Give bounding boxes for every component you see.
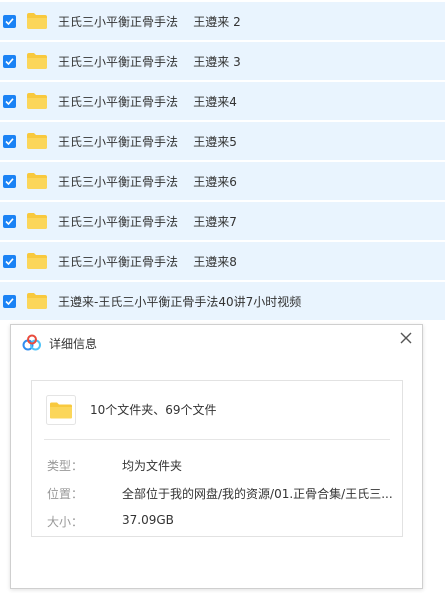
file-row[interactable]: 王氏三小平衡正骨手法 王遵来6 (0, 162, 445, 200)
file-row[interactable]: 王氏三小平衡正骨手法 王遵来8 (0, 242, 445, 280)
info-label: 大小： (47, 515, 84, 529)
checkbox[interactable] (3, 94, 16, 108)
details-panel: 10个文件夹、69个文件 类型： 均为文件夹 位置： 全部位于我的网盘/我的资源… (31, 380, 403, 537)
file-name[interactable]: 王氏三小平衡正骨手法 王遵来8 (58, 253, 237, 270)
checkbox[interactable] (3, 14, 16, 28)
check-icon (5, 257, 14, 265)
file-name[interactable]: 王氏三小平衡正骨手法 王遵来5 (58, 133, 237, 150)
info-value: 均为文件夹 (122, 459, 183, 473)
folder-icon (27, 53, 47, 69)
folder-icon (27, 293, 47, 309)
file-name[interactable]: 王遵来-王氏三小平衡正骨手法40讲7小时视频 (58, 293, 301, 310)
checkbox[interactable] (3, 54, 16, 68)
checkbox[interactable] (3, 214, 16, 228)
check-icon (5, 57, 14, 65)
check-icon (5, 177, 14, 185)
folder-icon (27, 253, 47, 269)
checkbox[interactable] (3, 254, 16, 268)
folder-icon (27, 213, 47, 229)
checkbox[interactable] (3, 134, 16, 148)
check-icon (5, 97, 14, 105)
file-name[interactable]: 王氏三小平衡正骨手法 王遵来7 (58, 213, 237, 230)
file-row[interactable]: 王氏三小平衡正骨手法 王遵来5 (0, 122, 445, 160)
info-label: 位置： (47, 487, 84, 501)
folder-icon (27, 93, 47, 109)
checkbox[interactable] (3, 174, 16, 188)
selection-summary: 10个文件夹、69个文件 (90, 403, 217, 417)
folder-icon (27, 133, 47, 149)
file-name[interactable]: 王氏三小平衡正骨手法 王遵来4 (58, 93, 237, 110)
dialog-title: 详细信息 (49, 337, 98, 351)
baidu-netdisk-logo-icon (22, 334, 41, 351)
file-row[interactable]: 王遵来-王氏三小平衡正骨手法40讲7小时视频 (0, 282, 445, 320)
folder-icon (27, 173, 47, 189)
file-row[interactable]: 王氏三小平衡正骨手法 王遵来4 (0, 82, 445, 120)
file-name[interactable]: 王氏三小平衡正骨手法 王遵来 3 (58, 53, 241, 70)
divider (44, 439, 390, 440)
file-row[interactable]: 王氏三小平衡正骨手法 王遵来 3 (0, 42, 445, 80)
file-name[interactable]: 王氏三小平衡正骨手法 王遵来 2 (58, 13, 241, 30)
folder-icon (46, 395, 76, 425)
info-label: 类型： (47, 459, 84, 473)
check-icon (5, 137, 14, 145)
check-icon (5, 17, 14, 25)
info-value[interactable]: 全部位于我的网盘/我的资源/01.正骨合集/王氏三... (122, 485, 393, 502)
folder-icon (27, 13, 47, 29)
close-icon[interactable] (398, 330, 414, 346)
check-icon (5, 217, 14, 225)
file-row[interactable]: 王氏三小平衡正骨手法 王遵来 2 (0, 2, 445, 40)
check-icon (5, 297, 14, 305)
info-value: 37.09GB (122, 513, 174, 527)
details-dialog: 详细信息 10个文件夹、69个文件 类型： 均为文件夹 位置： 全部位于我的网盘… (10, 324, 423, 589)
file-name[interactable]: 王氏三小平衡正骨手法 王遵来6 (58, 173, 237, 190)
checkbox[interactable] (3, 294, 16, 308)
file-row[interactable]: 王氏三小平衡正骨手法 王遵来7 (0, 202, 445, 240)
